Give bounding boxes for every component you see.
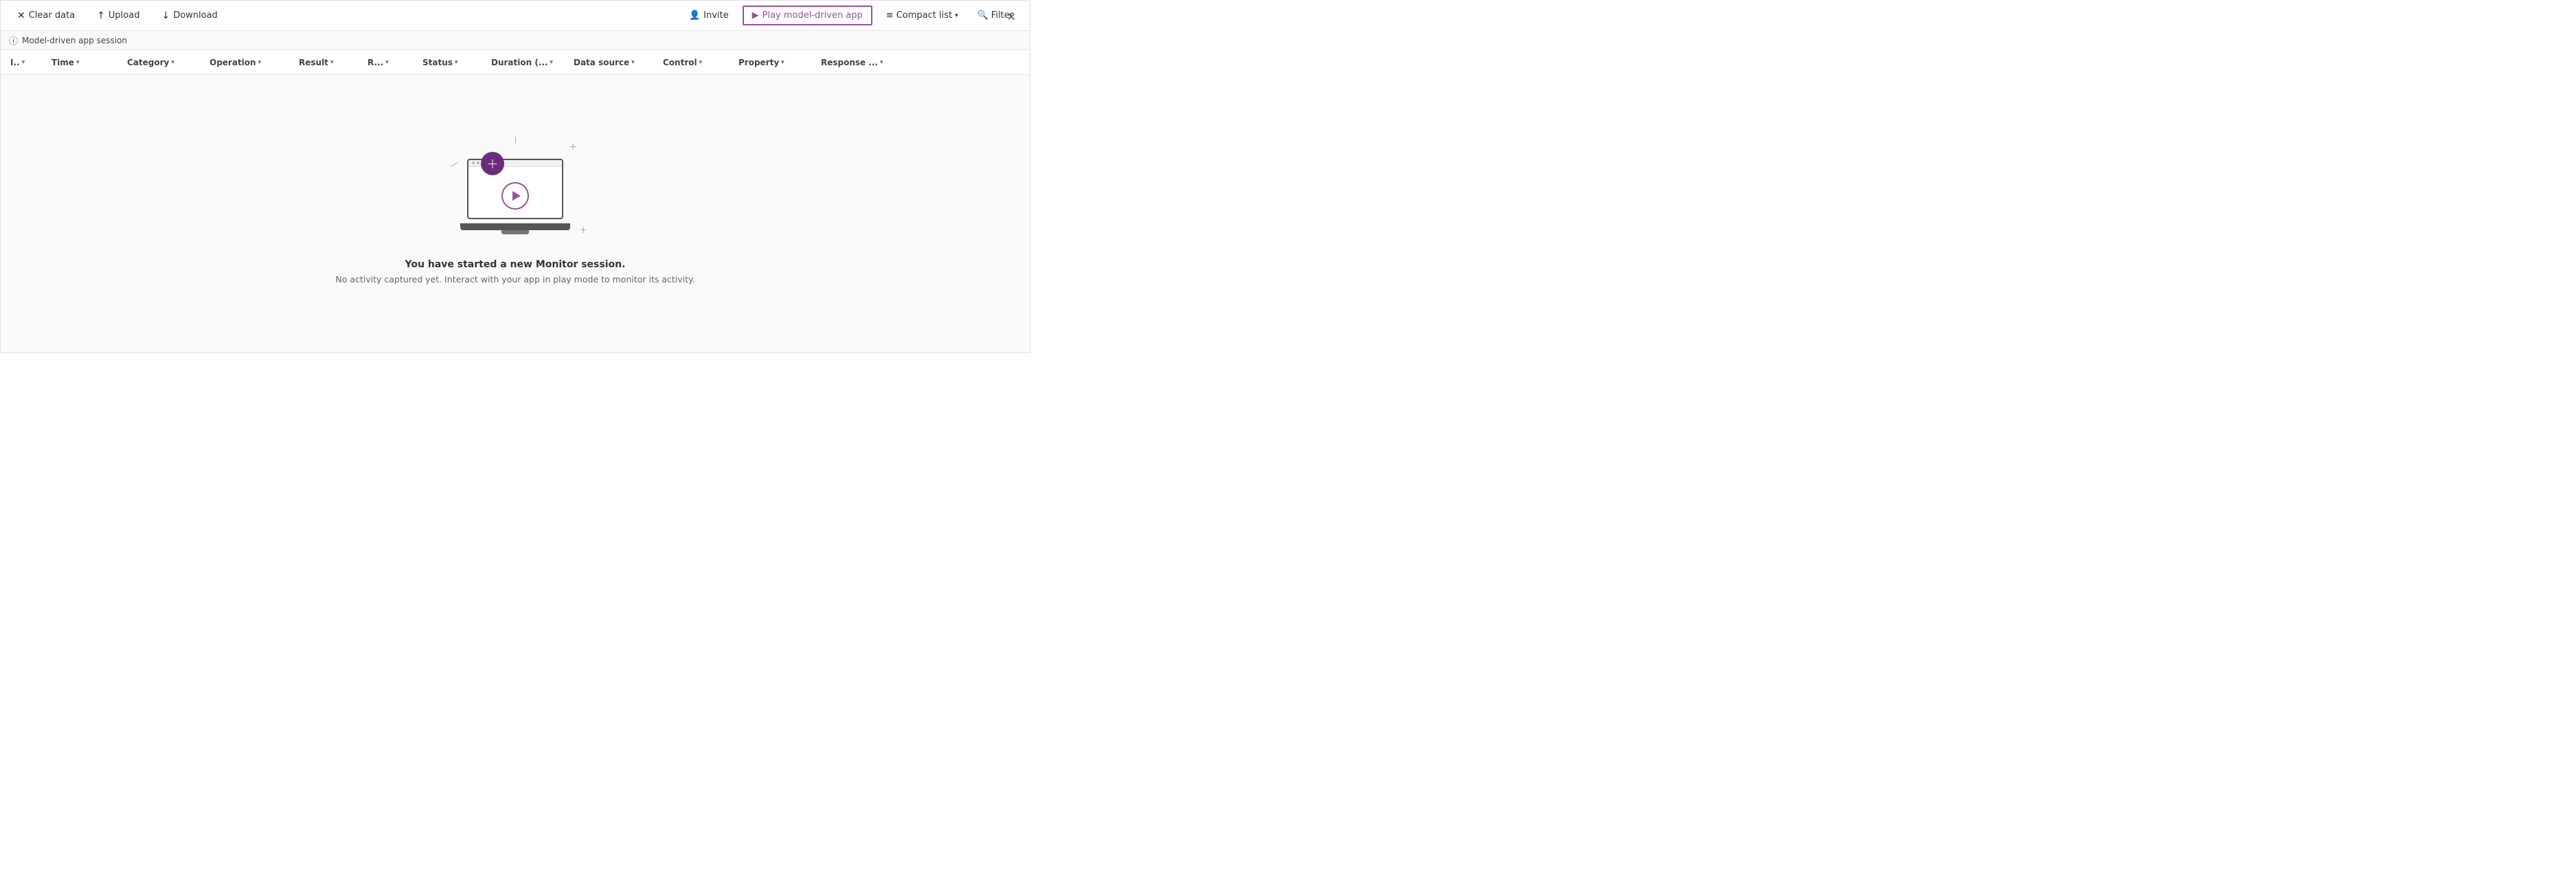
col-time-label: Time [52,58,74,67]
app-container: ✕ Clear data ↑ Upload ↓ Download 👤 Invit… [0,0,1030,353]
col-duration-chevron-icon: ▾ [550,59,554,66]
col-datasource-chevron-icon: ▾ [631,59,635,66]
screen-dot-1 [472,161,475,164]
col-header-operation[interactable]: Operation ▾ [205,55,295,70]
col-header-result[interactable]: Result ▾ [295,55,363,70]
deco-plus-top-right: + [569,142,577,153]
play-triangle-icon [512,191,521,201]
col-header-property[interactable]: Property ▾ [734,55,817,70]
deco-line-top [515,137,516,144]
col-r-label: R... [368,58,383,67]
close-button[interactable]: ✕ [1004,8,1019,26]
col-datasource-label: Data source [574,58,629,67]
invite-button[interactable]: 👤 Invite [683,8,734,23]
col-id-chevron-icon: ▾ [22,59,25,66]
download-button[interactable]: ↓ Download [156,8,223,24]
column-headers: I.. ▾ Time ▾ Category ▾ Operation ▾ Resu… [1,50,1030,75]
screen-dot-2 [477,161,479,164]
col-r-chevron-icon: ▾ [385,59,389,66]
col-status-chevron-icon: ▾ [455,59,458,66]
toolbar-left: ✕ Clear data ↑ Upload ↓ Download [12,8,678,24]
empty-state-subtitle: No activity captured yet. Interact with … [335,274,694,284]
col-result-label: Result [299,58,328,67]
col-status-label: Status [422,58,453,67]
download-icon: ↓ [161,10,170,21]
col-time-chevron-icon: ▾ [76,59,80,66]
play-model-driven-label: Play model-driven app [762,10,863,21]
session-bar-label: Model-driven app session [22,36,127,45]
col-duration-label: Duration (... [491,58,548,67]
compact-list-label: Compact list [896,10,952,21]
clear-data-label: Clear data [29,10,75,21]
play-model-driven-button[interactable]: ▶ Play model-driven app [743,5,872,25]
col-header-status[interactable]: Status ▾ [418,55,487,70]
close-icon: ✕ [1007,10,1016,23]
screen-inner [468,167,562,219]
play-button-circle [501,182,529,210]
col-control-chevron-icon: ▾ [699,59,703,66]
download-label: Download [173,10,218,21]
laptop-body: + [460,159,570,234]
col-header-time[interactable]: Time ▾ [47,55,123,70]
monitor-illustration: + [447,145,584,248]
col-response-chevron-icon: ▾ [880,59,883,66]
col-property-label: Property [738,58,779,67]
empty-state-message: You have started a new Monitor session. … [335,259,694,284]
plus-circle-icon: + [481,152,504,175]
upload-label: Upload [109,10,140,21]
invite-icon: 👤 [689,10,700,21]
col-property-chevron-icon: ▾ [781,59,784,66]
deco-plus-bottom-right: + [579,225,587,236]
col-header-response[interactable]: Response ... ▾ [817,55,920,70]
col-id-label: I.. [10,58,20,67]
laptop-base [460,223,570,230]
col-result-chevron-icon: ▾ [330,59,334,66]
col-category-label: Category [127,58,169,67]
clear-icon: ✕ [17,10,25,21]
col-header-category[interactable]: Category ▾ [123,55,205,70]
col-header-r[interactable]: R... ▾ [363,55,418,70]
compact-list-chevron-icon: ▾ [955,12,958,19]
clear-data-button[interactable]: ✕ Clear data [12,8,80,24]
empty-state-container: + [1,75,1030,353]
compact-list-button[interactable]: ≡ Compact list ▾ [881,8,964,23]
deco-line-left [451,162,458,167]
col-operation-chevron-icon: ▾ [258,59,262,66]
col-header-duration[interactable]: Duration (... ▾ [487,55,569,70]
compact-list-icon: ≡ [886,10,894,21]
col-category-chevron-icon: ▾ [171,59,174,66]
empty-state-title: You have started a new Monitor session. [335,259,694,270]
col-response-label: Response ... [821,58,878,67]
toolbar: ✕ Clear data ↑ Upload ↓ Download 👤 Invit… [1,1,1030,31]
filter-icon: 🔍 [978,10,988,21]
laptop-stand [501,230,529,234]
upload-button[interactable]: ↑ Upload [91,8,145,24]
info-icon: ⓘ [9,34,18,47]
col-header-datasource[interactable]: Data source ▾ [569,55,659,70]
toolbar-right: 👤 Invite ▶ Play model-driven app ≡ Compa… [683,5,1019,25]
col-operation-label: Operation [210,58,256,67]
session-bar: ⓘ Model-driven app session [1,31,1030,50]
invite-label: Invite [703,10,728,21]
col-header-control[interactable]: Control ▾ [659,55,734,70]
upload-icon: ↑ [97,10,105,21]
col-header-id[interactable]: I.. ▾ [6,55,47,70]
play-icon: ▶ [752,10,759,21]
col-control-label: Control [663,58,697,67]
